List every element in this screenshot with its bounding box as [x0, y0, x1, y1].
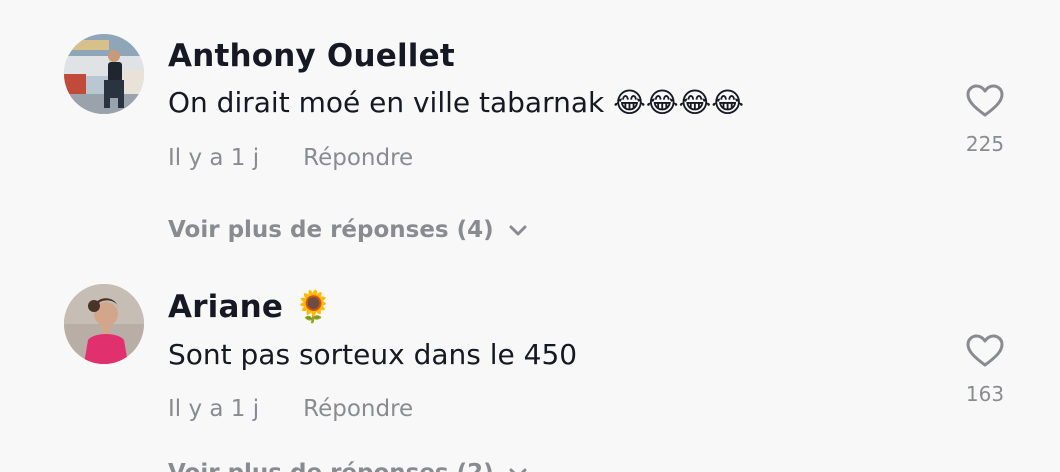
like-count: 225	[965, 132, 1005, 156]
reply-button[interactable]: Répondre	[303, 396, 413, 422]
comment-author[interactable]: Ariane 🌻	[168, 288, 333, 325]
comment-text: Sont pas sorteux dans le 450	[168, 338, 578, 371]
comment-meta: Il y a 1 j Répondre	[168, 145, 413, 171]
view-more-replies[interactable]: Voir plus de réponses (4)	[168, 217, 528, 244]
comments-panel: Anthony Ouellet On dirait moé en ville t…	[0, 0, 1060, 472]
reply-button[interactable]: Répondre	[303, 145, 413, 171]
avatar[interactable]	[64, 34, 144, 114]
view-more-replies[interactable]: Voir plus de réponses (2)	[168, 460, 528, 472]
view-more-replies-label[interactable]: Voir plus de réponses (2)	[168, 460, 494, 472]
comment-text: On dirait moé en ville tabarnak 😂😂😂😂	[168, 86, 744, 119]
like-count: 163	[965, 382, 1005, 406]
like-button[interactable]: 225	[955, 84, 1015, 156]
heart-outline-icon[interactable]	[955, 84, 1015, 118]
comment-timestamp: Il y a 1 j	[168, 145, 260, 171]
avatar[interactable]	[64, 284, 144, 364]
view-more-replies-label[interactable]: Voir plus de réponses (4)	[168, 217, 494, 243]
comment-author[interactable]: Anthony Ouellet	[168, 38, 455, 74]
chevron-down-icon[interactable]	[508, 218, 528, 244]
comment-meta: Il y a 1 j Répondre	[168, 396, 413, 422]
heart-outline-icon[interactable]	[955, 334, 1015, 368]
comment-timestamp: Il y a 1 j	[168, 396, 260, 422]
chevron-down-icon[interactable]	[508, 461, 528, 472]
like-button[interactable]: 163	[955, 334, 1015, 406]
